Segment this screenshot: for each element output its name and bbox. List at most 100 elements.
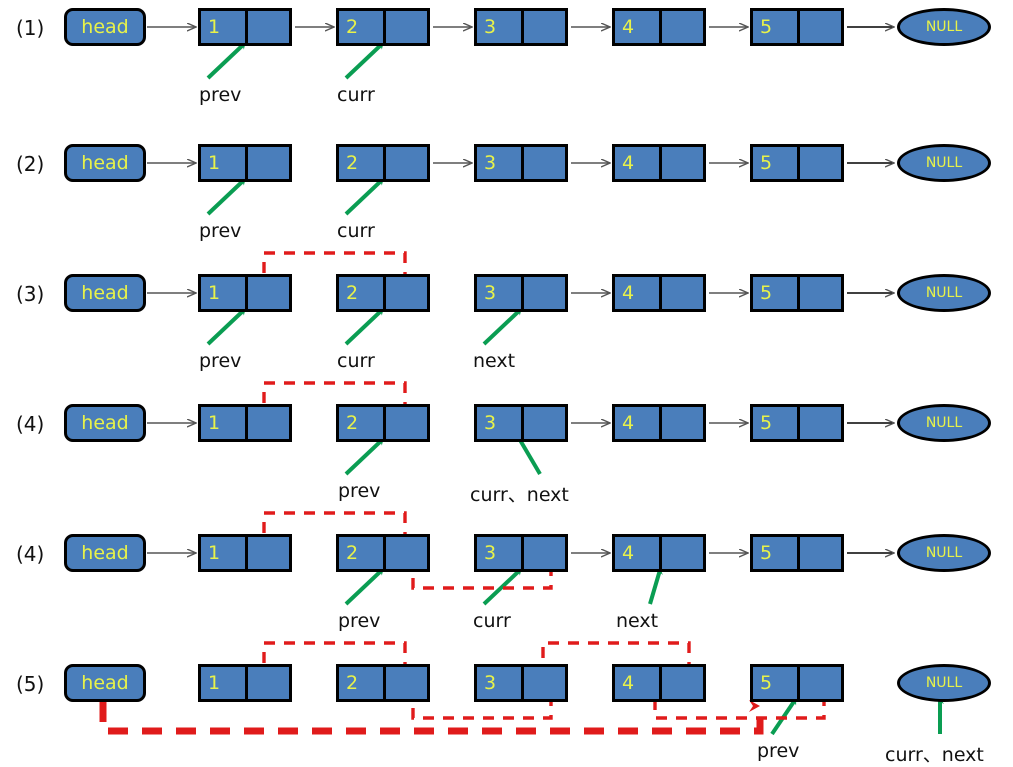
node-value: 2	[339, 407, 386, 439]
node-value: 3	[477, 277, 524, 309]
node-2-row3: 2	[336, 274, 430, 312]
node-value: 1	[201, 407, 248, 439]
node-1-row3: 1	[198, 274, 292, 312]
node-value: 1	[201, 667, 248, 699]
node-next-cell	[248, 537, 289, 569]
node-next-cell	[248, 277, 289, 309]
pointer-label-curr-row1: curr	[337, 84, 375, 106]
node-value: 3	[477, 667, 524, 699]
connectors-layer	[99, 0, 944, 736]
node-3-row1: 3	[474, 8, 568, 46]
node-5-row3: 5	[750, 274, 844, 312]
node-value: 2	[339, 147, 386, 179]
pointer-arrow-prev-row1	[206, 41, 250, 80]
node-value: 4	[615, 147, 662, 179]
node-3-row4b: 3	[474, 534, 568, 572]
node-4-row3: 4	[612, 274, 706, 312]
node-2-row1: 2	[336, 8, 430, 46]
node-value: 5	[753, 147, 800, 179]
node-3-row4a: 3	[474, 404, 568, 442]
pointer-label-curr-row4b: curr	[473, 610, 511, 632]
head-box-row5: head	[64, 664, 146, 702]
node-next-cell	[662, 147, 703, 179]
node-next-cell	[662, 277, 703, 309]
pointer-arrow-currnext-row4a	[516, 434, 542, 476]
null-node-row3: NULL	[897, 274, 991, 312]
node-value: 1	[201, 147, 248, 179]
pointer-arrow-prev-row4a	[344, 437, 388, 476]
node-next-cell	[248, 147, 289, 179]
node-next-cell	[800, 407, 841, 439]
null-node-row1: NULL	[897, 8, 991, 46]
node-value: 2	[339, 537, 386, 569]
node-2-row4b: 2	[336, 534, 430, 572]
node-4-row2: 4	[612, 144, 706, 182]
node-value: 3	[477, 11, 524, 43]
node-value: 4	[615, 11, 662, 43]
head-box-row2: head	[64, 144, 146, 182]
pointer-label-next-row3: next	[473, 350, 516, 372]
node-1-row5: 1	[198, 664, 292, 702]
node-value: 1	[201, 537, 248, 569]
node-4-row4b: 4	[612, 534, 706, 572]
node-2-row4a: 2	[336, 404, 430, 442]
pointer-label-next-row4b: next	[616, 610, 659, 632]
node-5-row5: 5	[750, 664, 844, 702]
step-label-2: (2)	[16, 152, 45, 176]
node-next-cell	[386, 147, 427, 179]
pointer-label-prev-row1: prev	[199, 84, 242, 106]
head-box-row4a: head	[64, 404, 146, 442]
null-node-row4b: NULL	[897, 534, 991, 572]
node-3-row5: 3	[474, 664, 568, 702]
node-1-row1: 1	[198, 8, 292, 46]
node-5-row4b: 5	[750, 534, 844, 572]
node-next-cell	[800, 147, 841, 179]
pointer-arrow-curr-row2	[344, 177, 388, 216]
pointer-arrow-curr-row3	[344, 307, 388, 346]
node-next-cell	[524, 11, 565, 43]
node-next-cell	[386, 667, 427, 699]
node-value: 5	[753, 667, 800, 699]
node-next-cell	[662, 407, 703, 439]
head-box-row1: head	[64, 8, 146, 46]
node-value: 4	[615, 667, 662, 699]
node-value: 4	[615, 407, 662, 439]
node-next-cell	[524, 407, 565, 439]
node-value: 4	[615, 537, 662, 569]
node-next-cell	[800, 667, 841, 699]
node-value: 2	[339, 277, 386, 309]
node-4-row4a: 4	[612, 404, 706, 442]
pointer-label-curr-row2: curr	[337, 220, 375, 242]
node-value: 3	[477, 147, 524, 179]
node-next-cell	[800, 11, 841, 43]
node-value: 4	[615, 277, 662, 309]
head-box-row3: head	[64, 274, 146, 312]
node-next-cell	[524, 537, 565, 569]
null-node-row5: NULL	[897, 664, 991, 702]
diagram-canvas: (1) head 1 2 3 4 5 NULL prev curr (2) he…	[0, 0, 1013, 766]
node-value: 3	[477, 407, 524, 439]
node-next-cell	[524, 147, 565, 179]
pointer-label-prev-row4b: prev	[338, 610, 381, 632]
node-2-row5: 2	[336, 664, 430, 702]
step-label-1: (1)	[16, 16, 45, 40]
node-next-cell	[386, 277, 427, 309]
null-node-row2: NULL	[897, 144, 991, 182]
node-value: 2	[339, 667, 386, 699]
node-value: 3	[477, 537, 524, 569]
pointer-arrow-prev-row4b	[344, 567, 388, 606]
pointer-label-prev-row3: prev	[199, 350, 242, 372]
head-box-row4b: head	[64, 534, 146, 572]
pointer-label-currnext-row5: curr、next	[885, 744, 984, 766]
node-value: 5	[753, 537, 800, 569]
node-3-row2: 3	[474, 144, 568, 182]
node-next-cell	[662, 667, 703, 699]
pointer-arrow-next-row4b	[648, 567, 665, 605]
node-5-row4a: 5	[750, 404, 844, 442]
null-node-row4a: NULL	[897, 404, 991, 442]
node-next-cell	[248, 11, 289, 43]
node-value: 5	[753, 277, 800, 309]
node-1-row4b: 1	[198, 534, 292, 572]
node-1-row4a: 1	[198, 404, 292, 442]
pointer-arrow-curr-row1	[344, 41, 388, 80]
